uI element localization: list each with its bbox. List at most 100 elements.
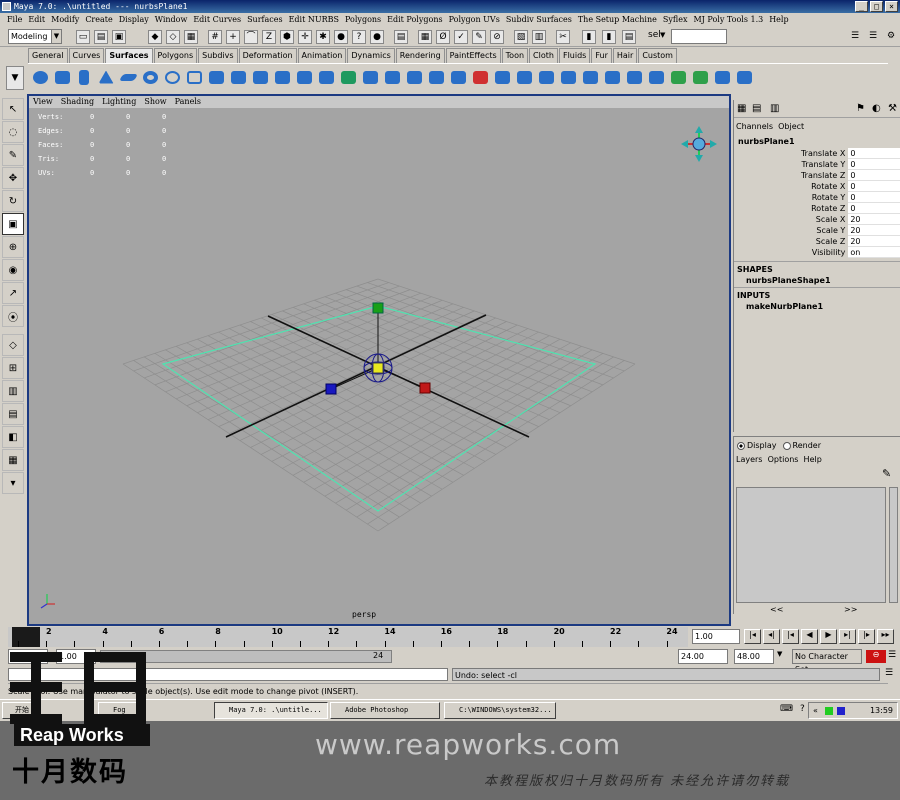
hypershade-layout-icon[interactable]: ◧ xyxy=(2,426,24,448)
menu-setup-machine[interactable]: The Setup Machine xyxy=(575,13,660,27)
loft-icon[interactable] xyxy=(228,66,248,88)
animation-preferences-icon[interactable]: ☰ xyxy=(888,650,896,660)
step-forward-key-icon[interactable]: ▸| xyxy=(839,629,856,644)
menu-set-select[interactable]: Modeling ▼ xyxy=(8,29,62,44)
extend-surface-icon[interactable] xyxy=(602,66,622,88)
outliner-icon[interactable]: ▥ xyxy=(532,30,546,44)
play-backwards-icon[interactable]: ◀ xyxy=(801,629,818,644)
menu-edit[interactable]: Edit xyxy=(25,13,48,27)
nurbs-torus-icon[interactable] xyxy=(140,66,160,88)
panel-menu-view[interactable]: View xyxy=(29,96,57,108)
menu-syflex[interactable]: Syflex xyxy=(660,13,691,27)
channel-menu-object[interactable]: Object xyxy=(778,122,804,131)
nurbs-sphere-icon[interactable] xyxy=(30,66,50,88)
select-component-icon[interactable]: ▦ xyxy=(184,30,198,44)
taskbar-item-maya[interactable]: Maya 7.0: .\untitle... xyxy=(214,702,328,719)
channel-scale-x[interactable]: Scale X 20 xyxy=(734,214,900,225)
render-settings-clapper-icon[interactable]: ▤ xyxy=(622,30,636,44)
new-layer-icon[interactable]: ✎ xyxy=(882,467,891,480)
channel-visibility[interactable]: Visibility on xyxy=(734,247,900,258)
display-layer-radio[interactable]: Display xyxy=(737,441,777,450)
playback-end-field[interactable]: 24.00 xyxy=(678,649,728,664)
layout-dropdown-icon[interactable]: ▾ xyxy=(2,472,24,494)
tray-expand-icon[interactable]: « xyxy=(813,703,818,718)
current-time-field[interactable]: 1.00 xyxy=(692,629,740,644)
channel-menu-channels[interactable]: Channels xyxy=(736,122,773,131)
align-surfaces-icon[interactable] xyxy=(536,66,556,88)
attribute-editor-icon[interactable]: ⚑ xyxy=(856,103,865,114)
menu-file[interactable]: File xyxy=(4,13,25,27)
persp-trax-layout-icon[interactable]: ▦ xyxy=(2,449,24,471)
menu-edit-nurbs[interactable]: Edit NURBS xyxy=(286,13,342,27)
shelf-tab-surfaces[interactable]: Surfaces xyxy=(105,48,153,63)
shelf-tab-hair[interactable]: Hair xyxy=(612,48,638,63)
minimize-button[interactable]: _ xyxy=(855,1,868,12)
shelf-tab-curves[interactable]: Curves xyxy=(68,48,105,63)
step-forward-icon[interactable]: |▸ xyxy=(858,629,875,644)
nurbs-cube-icon[interactable] xyxy=(52,66,72,88)
single-perspective-layout-icon[interactable]: ◇ xyxy=(2,334,24,356)
menu-create[interactable]: Create xyxy=(82,13,115,27)
menu-surfaces[interactable]: Surfaces xyxy=(244,13,286,27)
menu-polygon-uvs[interactable]: Polygon UVs xyxy=(446,13,503,27)
persp-graph-layout-icon[interactable]: ▤ xyxy=(2,403,24,425)
reverse-direction-icon[interactable] xyxy=(668,66,688,88)
select-hierarchy-icon[interactable]: ◆ xyxy=(148,30,162,44)
offset-surface-icon[interactable] xyxy=(624,66,644,88)
shelf-tab-subdivs[interactable]: Subdivs xyxy=(198,48,238,63)
channel-box-toggle-icon[interactable]: ☰ xyxy=(848,30,862,44)
render-globals-icon[interactable]: ✓ xyxy=(454,30,468,44)
menu-mj-poly-tools[interactable]: MJ Poly Tools 1.3 xyxy=(690,13,766,27)
go-to-start-icon[interactable]: |◂ xyxy=(744,629,761,644)
channel-rotate-y[interactable]: Rotate Y0 xyxy=(734,192,900,203)
dope-sheet-icon[interactable]: ✂ xyxy=(556,30,570,44)
tray-network-icon[interactable] xyxy=(837,707,845,715)
shelf-tab-fluids[interactable]: Fluids xyxy=(558,48,591,63)
play-forwards-icon[interactable]: ▶ xyxy=(820,629,837,644)
panel-menu-lighting[interactable]: Lighting xyxy=(98,96,140,108)
channel-box-layout-icon[interactable]: ▥ xyxy=(770,103,779,114)
layer-menu-options[interactable]: Options xyxy=(768,455,799,464)
panel-menu-panels[interactable]: Panels xyxy=(171,96,205,108)
revolve-icon[interactable] xyxy=(206,66,226,88)
select-tool-icon[interactable]: ↖ xyxy=(2,98,24,120)
step-back-key-icon[interactable]: |◂ xyxy=(782,629,799,644)
shelf-tab-general[interactable]: General xyxy=(28,48,68,63)
help-icon[interactable]: ? xyxy=(352,30,366,44)
ipr-clapper-icon[interactable]: ▮ xyxy=(602,30,616,44)
layer-list-scrollbar[interactable] xyxy=(889,487,898,603)
layer-list[interactable] xyxy=(736,487,886,603)
go-to-end-icon[interactable]: ▸▸ xyxy=(877,629,894,644)
character-set-select[interactable]: No Character Set xyxy=(792,649,862,674)
ipr-icon[interactable]: ✱ xyxy=(316,30,330,44)
menu-help[interactable]: Help xyxy=(766,13,791,27)
birail-icon[interactable] xyxy=(294,66,314,88)
snap-curve-icon[interactable]: + xyxy=(226,30,240,44)
attach-surfaces-icon[interactable] xyxy=(492,66,512,88)
boundary-icon[interactable] xyxy=(316,66,336,88)
persp-outliner-layout-icon[interactable]: ▥ xyxy=(2,380,24,402)
menu-polygons[interactable]: Polygons xyxy=(342,13,384,27)
select-by-name-input[interactable] xyxy=(671,29,727,44)
channel-box-layout-icon[interactable]: ▤ xyxy=(752,103,761,114)
wrench-icon[interactable]: ⚒ xyxy=(888,103,897,114)
shelf-tab-painteffects[interactable]: PaintEffects xyxy=(445,48,501,63)
shelf-menu-icon[interactable]: ▼ xyxy=(6,66,24,90)
menu-edit-polygons[interactable]: Edit Polygons xyxy=(384,13,445,27)
fillet-icon[interactable] xyxy=(712,66,732,88)
maximize-button[interactable]: □ xyxy=(870,1,883,12)
save-scene-icon[interactable]: ▣ xyxy=(112,30,126,44)
lasso-tool-icon[interactable]: ◌ xyxy=(2,121,24,143)
nurbs-square-icon[interactable] xyxy=(184,66,204,88)
script-editor-icon[interactable]: ☰ xyxy=(885,668,893,678)
attribute-editor-toggle-icon[interactable]: ☰ xyxy=(866,30,880,44)
shelf-tab-fur[interactable]: Fur xyxy=(591,48,612,63)
shelf-tab-deformation[interactable]: Deformation xyxy=(238,48,297,63)
end-time-field[interactable]: 48.00 xyxy=(734,649,774,664)
clapper-icon[interactable]: ▮ xyxy=(582,30,596,44)
rotate-tool-icon[interactable]: ↻ xyxy=(2,190,24,212)
channel-scale-y[interactable]: Scale Y 20 xyxy=(734,225,900,236)
shelf-tab-polygons[interactable]: Polygons xyxy=(153,48,198,63)
layer-menu-help[interactable]: Help xyxy=(804,455,822,464)
step-back-icon[interactable]: ◂| xyxy=(763,629,780,644)
